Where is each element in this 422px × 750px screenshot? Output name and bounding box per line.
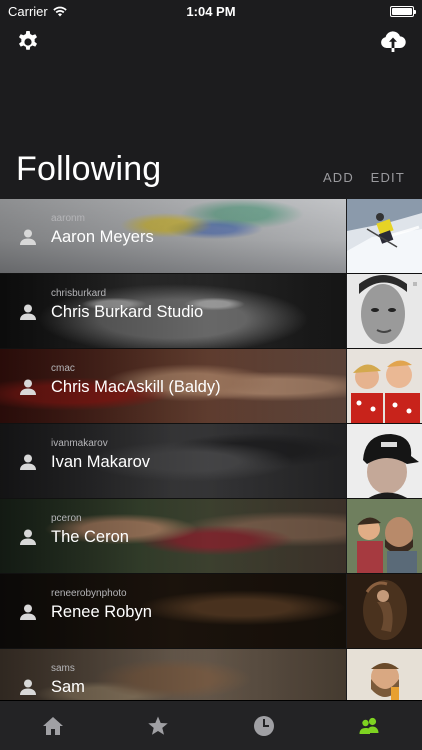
row-name: Ivan Makarov (51, 453, 151, 471)
row-name: The Ceron (51, 528, 129, 546)
avatar (347, 349, 422, 423)
following-row[interactable]: pceron The Ceron (0, 499, 422, 574)
person-icon (20, 304, 36, 320)
row-name: Renee Robyn (51, 603, 152, 621)
row-username: pceron (51, 513, 82, 524)
following-row[interactable]: sams Sam (0, 649, 422, 700)
tab-recent[interactable] (211, 701, 317, 750)
avatar (347, 574, 422, 648)
person-icon (20, 529, 36, 545)
edit-button[interactable]: EDIT (371, 170, 405, 185)
cloud-upload-icon[interactable] (380, 29, 406, 53)
following-row[interactable]: ivanmakarov Ivan Makarov (0, 424, 422, 499)
row-name: Chris MacAskill (Baldy) (51, 378, 221, 396)
avatar (347, 199, 422, 273)
row-username: aaronm (51, 213, 85, 224)
row-username: reneerobynphoto (51, 588, 127, 599)
wifi-icon (53, 6, 67, 16)
carrier-label: Carrier (8, 3, 48, 19)
row-username: chrisburkard (51, 288, 107, 299)
person-icon (20, 679, 36, 695)
row-username: sams (51, 663, 75, 674)
following-row[interactable]: aaronm Aaron Meyers (0, 199, 422, 274)
tab-favorites[interactable] (106, 701, 212, 750)
tab-bar (0, 700, 422, 750)
row-name: Aaron Meyers (51, 228, 154, 246)
following-row[interactable]: chrisburkard Chris Burkard Studio (0, 274, 422, 349)
add-button[interactable]: ADD (323, 170, 354, 185)
avatar (347, 274, 422, 348)
row-username: ivanmakarov (51, 438, 108, 449)
tab-home[interactable] (0, 701, 106, 750)
people-icon (359, 717, 379, 734)
carrier-group: Carrier (8, 4, 67, 19)
top-toolbar (0, 26, 422, 58)
avatar (347, 499, 422, 573)
battery-icon (390, 5, 416, 17)
following-list: aaronm Aaron Meyers chrisburkard Chris B… (0, 199, 422, 700)
person-icon (20, 229, 36, 245)
row-username: cmac (51, 363, 75, 374)
avatar (347, 424, 422, 498)
settings-gear-icon[interactable] (16, 30, 40, 54)
status-bar: Carrier 1:04 PM (0, 0, 422, 22)
battery-level (392, 7, 412, 15)
page-header: Following ADD EDIT (0, 148, 422, 196)
clock-icon (253, 715, 274, 736)
home-icon (42, 716, 63, 735)
row-name: Sam (51, 678, 85, 696)
row-name: Chris Burkard Studio (51, 303, 204, 321)
following-row[interactable]: reneerobynphoto Renee Robyn (0, 574, 422, 649)
avatar (347, 649, 422, 700)
tab-following[interactable] (317, 701, 422, 750)
star-icon (148, 716, 168, 735)
person-icon (20, 604, 36, 620)
person-icon (20, 379, 36, 395)
page-title: Following (16, 150, 162, 188)
person-icon (20, 454, 36, 470)
following-row[interactable]: cmac Chris MacAskill (Baldy) (0, 349, 422, 424)
